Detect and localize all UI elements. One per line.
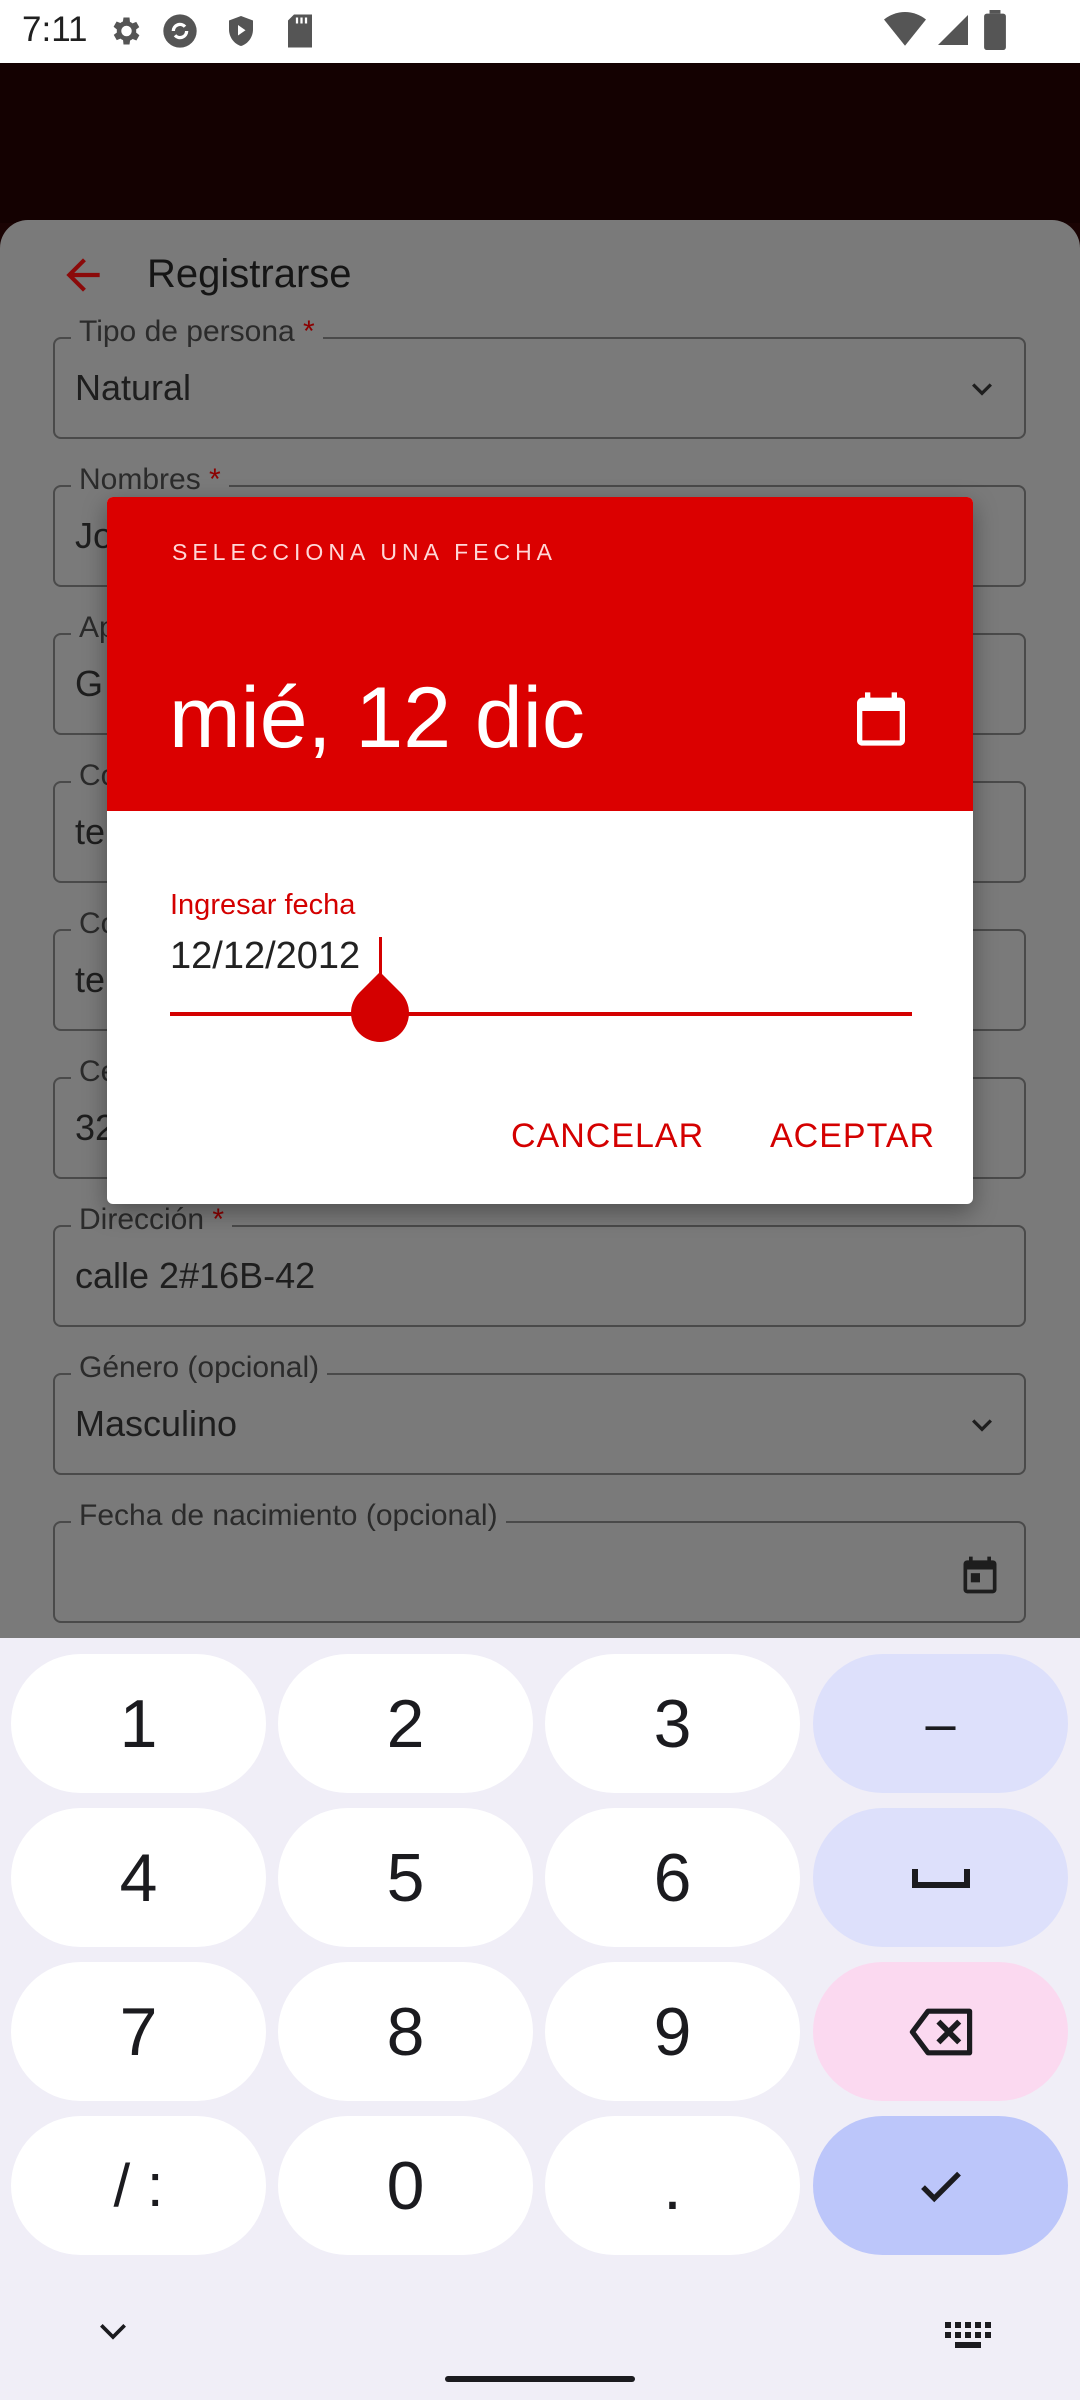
- key-3[interactable]: 3: [545, 1654, 800, 1793]
- status-time: 7:11: [22, 10, 88, 49]
- person-type-value: Natural: [75, 367, 192, 408]
- date-picker-dialog: SELECCIONA UNA FECHA mié, 12 dic Ingresa…: [107, 497, 973, 1204]
- numeric-keyboard: 1 2 3 – 4 5 6 7 8 9 / : 0 .: [0, 1638, 1080, 2400]
- key-dash[interactable]: –: [813, 1654, 1068, 1793]
- gender-label: Género (opcional): [71, 1351, 328, 1385]
- chevron-down-icon: [972, 1419, 992, 1432]
- address-label: Dirección *: [71, 1203, 233, 1237]
- check-icon: [920, 2171, 961, 2202]
- key-done[interactable]: [813, 2116, 1068, 2255]
- chevron-down-icon: [972, 383, 992, 396]
- key-7[interactable]: 7: [11, 1962, 266, 2101]
- page-title: Registrarse: [147, 252, 352, 296]
- key-4[interactable]: 4: [11, 1808, 266, 1947]
- key-space[interactable]: [813, 1808, 1068, 1947]
- key-dot[interactable]: .: [545, 2116, 800, 2255]
- battery-icon: [984, 10, 1006, 50]
- gesture-nav-handle[interactable]: [445, 2376, 635, 2382]
- play-protect-icon: [229, 16, 253, 46]
- key-backspace[interactable]: [813, 1962, 1068, 2101]
- signal-icon: [938, 15, 968, 45]
- dialog-header: SELECCIONA UNA FECHA mié, 12 dic: [107, 497, 973, 811]
- sync-icon: [163, 14, 197, 48]
- address-value: calle 2#16B-42: [75, 1255, 316, 1296]
- wifi-icon: [884, 12, 926, 46]
- hide-keyboard-icon[interactable]: [93, 2312, 133, 2352]
- birthdate-field[interactable]: Fecha de nacimiento (opcional): [53, 1499, 1026, 1623]
- calendar-icon[interactable]: [958, 1553, 1002, 1597]
- surnames-value: G: [75, 663, 104, 704]
- gender-value: Masculino: [75, 1403, 238, 1444]
- space-icon: [911, 1868, 970, 1888]
- selected-date: mié, 12 dic: [169, 670, 585, 766]
- cancel-button[interactable]: CANCELAR: [511, 1117, 704, 1156]
- date-input-label: Ingresar fecha: [170, 889, 356, 921]
- key-6[interactable]: 6: [545, 1808, 800, 1947]
- key-2[interactable]: 2: [278, 1654, 533, 1793]
- key-8[interactable]: 8: [278, 1962, 533, 2101]
- address-field[interactable]: Dirección * calle 2#16B-42: [53, 1203, 1026, 1327]
- sd-card-icon: [288, 14, 312, 48]
- accept-button[interactable]: ACEPTAR: [770, 1117, 935, 1156]
- key-1[interactable]: 1: [11, 1654, 266, 1793]
- cursor-handle[interactable]: [338, 971, 422, 1055]
- date-input[interactable]: 12/12/2012: [170, 935, 360, 978]
- birthdate-label: Fecha de nacimiento (opcional): [71, 1499, 506, 1533]
- background-scrim: [0, 63, 1080, 223]
- gender-select[interactable]: Género (opcional) Masculino: [53, 1351, 1026, 1475]
- settings-icon: [113, 17, 140, 45]
- names-label: Nombres *: [71, 463, 229, 497]
- key-5[interactable]: 5: [278, 1808, 533, 1947]
- calendar-mode-icon[interactable]: [849, 687, 913, 751]
- key-slash-colon[interactable]: / :: [11, 2116, 266, 2255]
- dialog-supertitle: SELECCIONA UNA FECHA: [172, 539, 558, 565]
- key-9[interactable]: 9: [545, 1962, 800, 2101]
- date-input-underline: [170, 1012, 912, 1016]
- email-value: te: [75, 811, 106, 852]
- key-0[interactable]: 0: [278, 2116, 533, 2255]
- backspace-icon: [909, 2008, 972, 2055]
- status-bar: 7:11: [0, 0, 1080, 63]
- person-type-label: Tipo de persona *: [71, 315, 323, 349]
- person-type-select[interactable]: Tipo de persona * Natural: [53, 315, 1026, 439]
- back-arrow-icon[interactable]: [58, 250, 108, 300]
- keyboard-switch-icon[interactable]: [945, 2322, 991, 2348]
- confirm-email-value: te: [75, 959, 106, 1000]
